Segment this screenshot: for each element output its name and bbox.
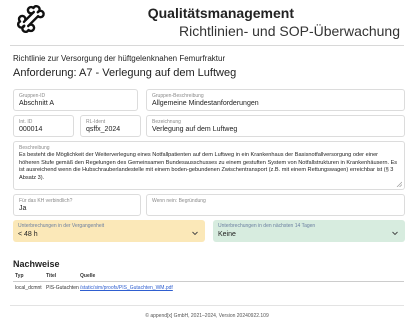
designation-field[interactable]: Bezeichnung Verlegung auf dem Luftweg (146, 115, 405, 137)
description-value: Es besteht die Möglichkeit der Weiterver… (19, 152, 398, 181)
table-header: Typ Titel Quelle (13, 271, 404, 282)
int-id-label: Int. ID (19, 119, 33, 125)
table-row: local_dcmnt PIS-Gutachten /static/sim/pr… (13, 283, 404, 294)
group-id-value: Abschnitt A (19, 100, 55, 107)
rl-ident-label: RL-Ident (86, 119, 106, 125)
row-typ: local_dcmnt (15, 285, 42, 291)
rl-ident-value: qsffx_2024 (86, 126, 121, 133)
int-id-field[interactable]: Int. ID 000014 (13, 115, 74, 137)
designation-label: Bezeichnung (152, 119, 181, 125)
app-subtitle: Richtlinien- und SOP-Überwachung (179, 23, 400, 39)
past-interruptions-label: Unterbrechungen in der Vergangenheit (18, 223, 105, 229)
resize-grip-icon[interactable] (396, 181, 402, 187)
group-description-label: Gruppen-Beschreibung (152, 93, 204, 99)
kh-binding-label: Für das KH verbindlich? (19, 198, 73, 204)
column-header-typ: Typ (15, 273, 24, 279)
past-interruptions-select[interactable]: Unterbrechungen in der Vergangenheit < 4… (13, 220, 205, 242)
reason-field[interactable]: Wenn nein: Begründung (146, 194, 405, 216)
group-id-field[interactable]: Gruppen-ID Abschnitt A (13, 89, 138, 111)
row-titel: PIS-Gutachten (46, 285, 79, 291)
reason-label: Wenn nein: Begründung (152, 198, 206, 204)
kh-binding-select[interactable]: Für das KH verbindlich? Ja (13, 194, 141, 216)
group-description-value: Allgemeine Mindestanforderungen (152, 100, 259, 107)
source-link[interactable]: /static/sim/proofs/PIS_Gutachten_WM.pdf (80, 285, 173, 291)
designation-value: Verlegung auf dem Luftweg (152, 126, 238, 133)
upcoming-interruptions-label: Unterbrechungen in den nächsten 14 Tagen (218, 223, 316, 229)
header: Qualitätsmanagement Richtlinien- und SOP… (0, 0, 414, 46)
kh-binding-value: Ja (19, 205, 27, 212)
row-quelle[interactable]: /static/sim/proofs/PIS_Gutachten_WM.pdf (80, 285, 173, 291)
rl-ident-field[interactable]: RL-Ident qsffx_2024 (80, 115, 141, 137)
evidence-section-title: Nachweise (13, 259, 60, 269)
upcoming-interruptions-value: Keine (218, 231, 236, 238)
footer-copyright: © append[x] GmbH, 2021–2024, Version 202… (145, 313, 269, 319)
upcoming-interruptions-select[interactable]: Unterbrechungen in den nächsten 14 Tagen… (213, 220, 405, 242)
past-interruptions-value: < 48 h (18, 231, 38, 238)
chevron-down-icon (392, 231, 398, 236)
footer-divider (10, 305, 404, 306)
column-header-quelle: Quelle (80, 273, 96, 279)
chevron-down-icon (192, 231, 198, 236)
header-divider (10, 45, 404, 46)
group-id-label: Gruppen-ID (19, 93, 46, 99)
app-title: Qualitätsmanagement (147, 5, 294, 21)
description-label: Beschreibung (19, 145, 50, 151)
bone-icon (17, 5, 45, 33)
description-textarea[interactable]: Beschreibung Es besteht die Möglichkeit … (13, 141, 405, 190)
int-id-value: 000014 (19, 126, 43, 133)
group-description-field[interactable]: Gruppen-Beschreibung Allgemeine Mindesta… (146, 89, 405, 111)
page-title: Anforderung: A7 - Verlegung auf dem Luft… (13, 67, 237, 79)
guideline-name: Richtlinie zur Versorgung der hüftgelenk… (13, 54, 226, 63)
column-header-titel: Titel (46, 273, 57, 279)
